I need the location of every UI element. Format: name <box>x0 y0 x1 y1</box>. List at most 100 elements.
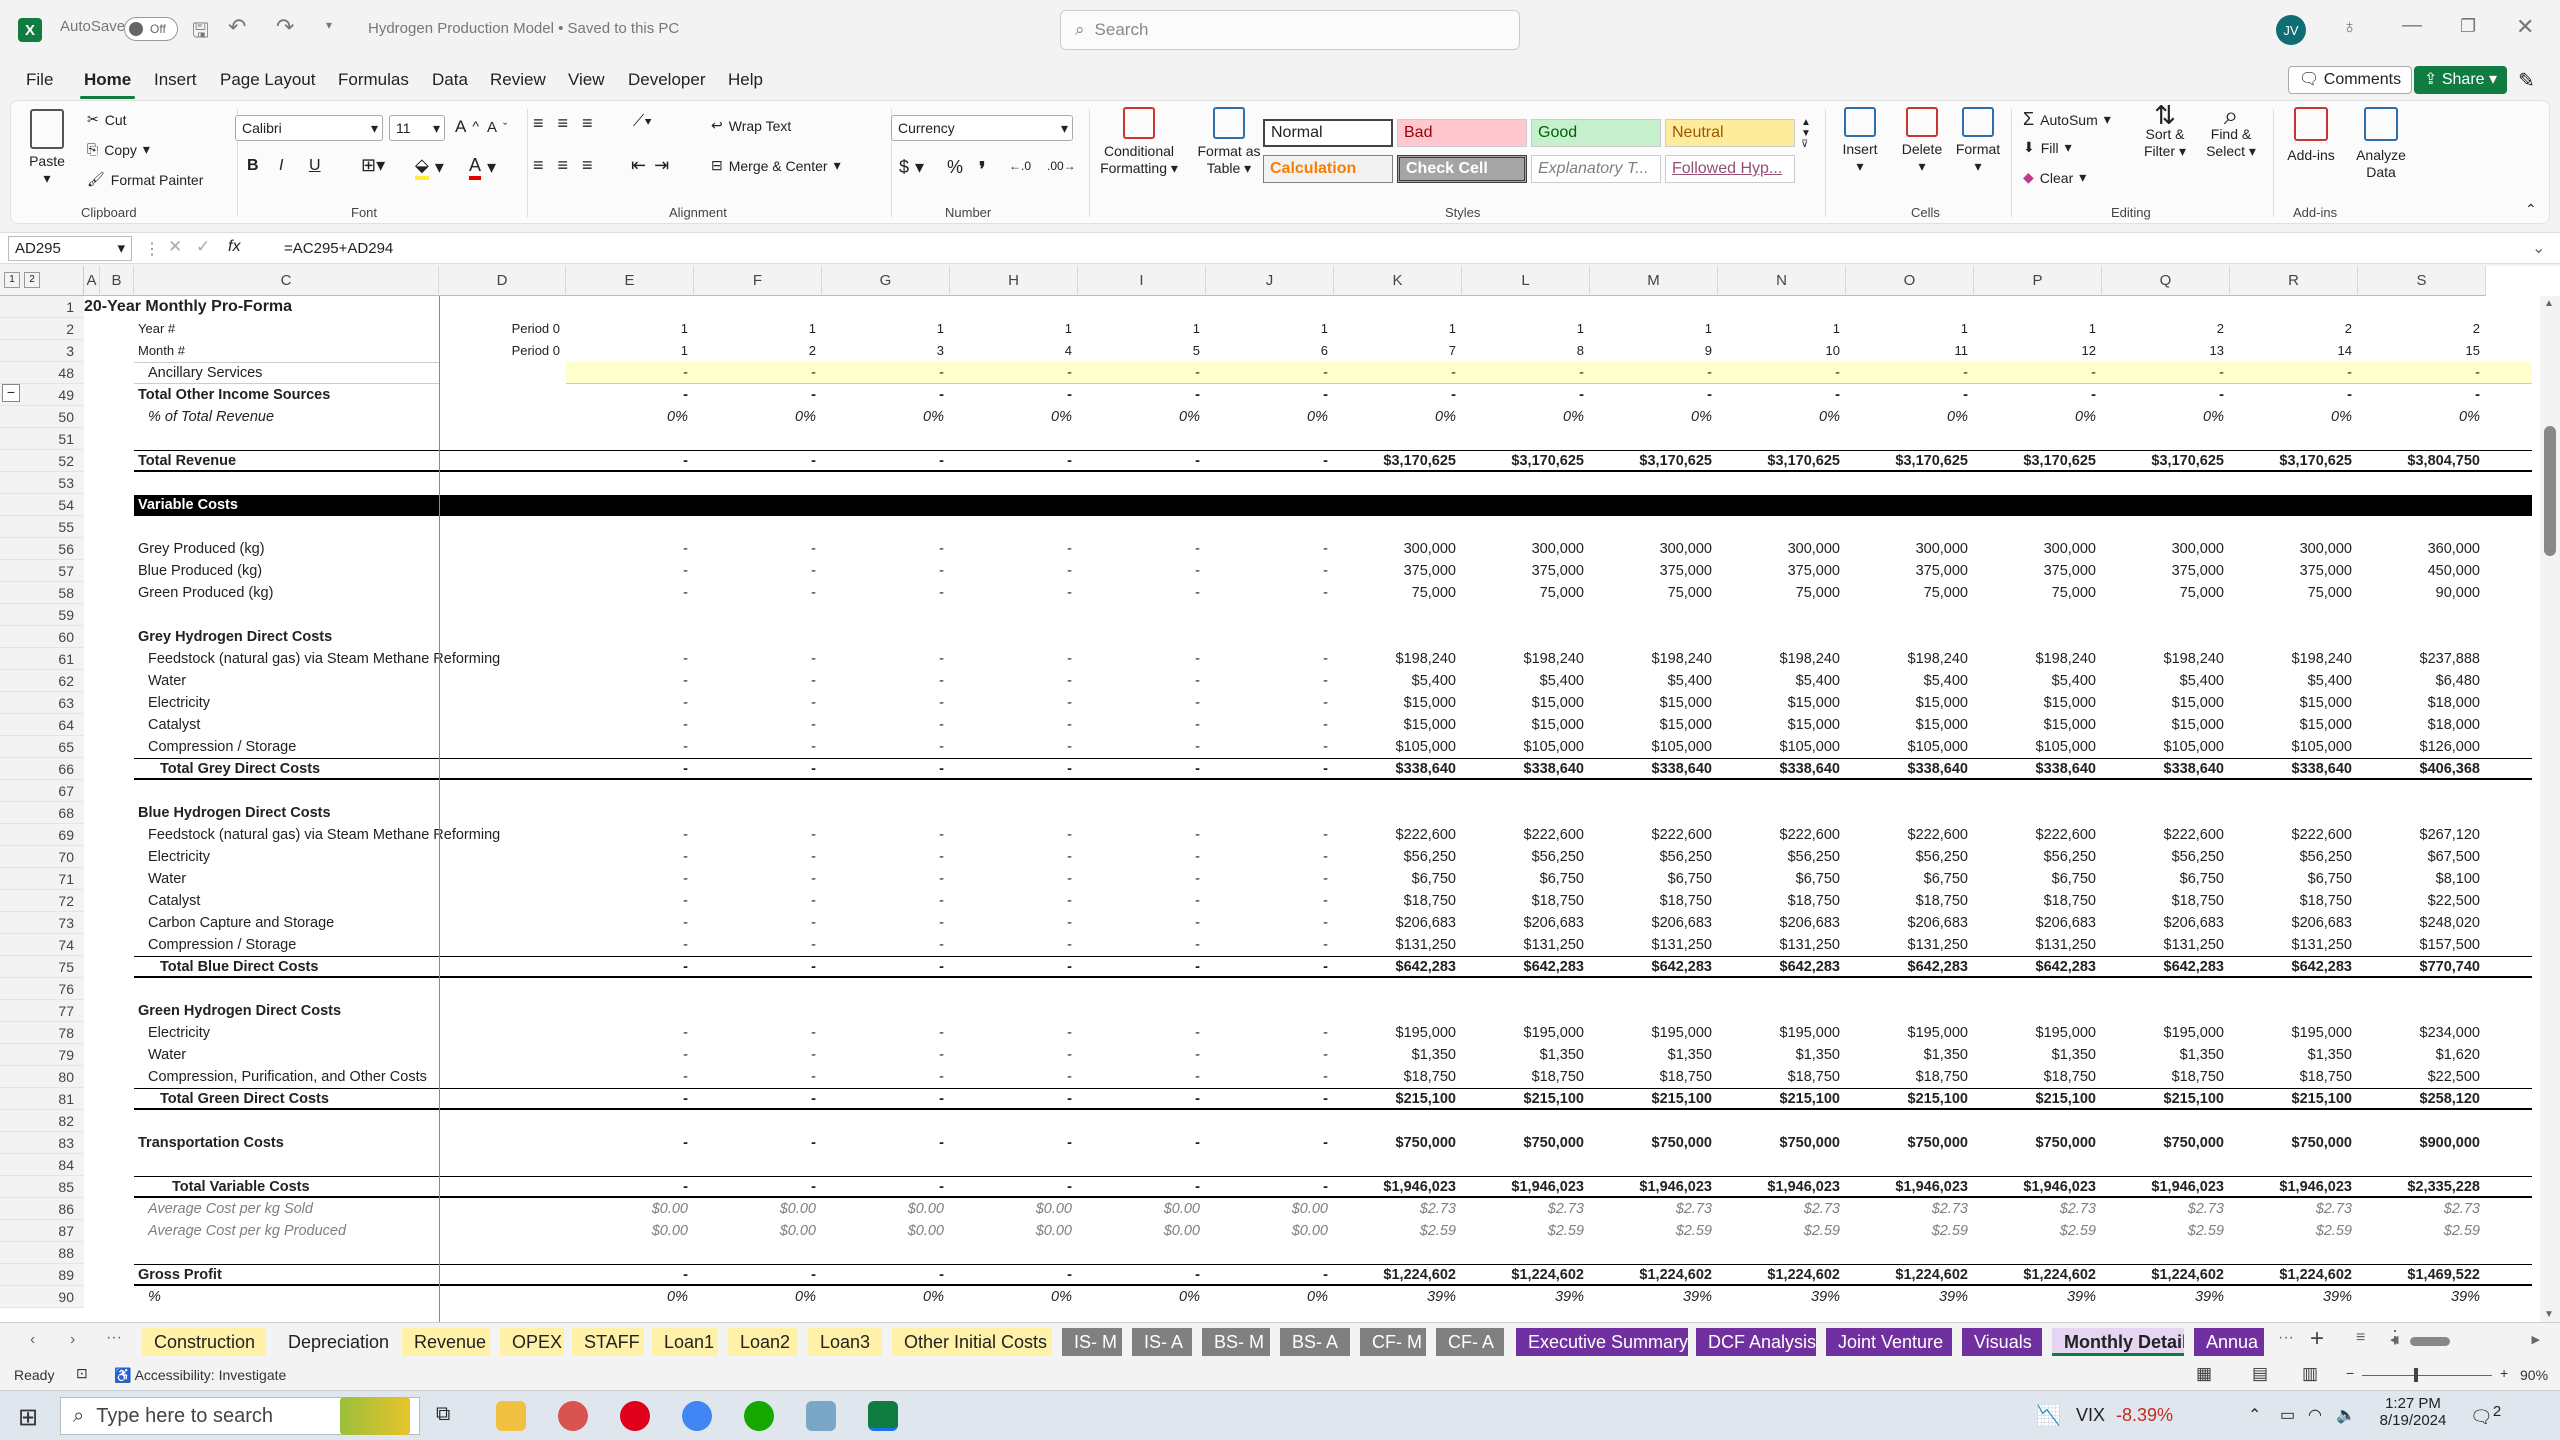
value-cell[interactable]: $750,000 <box>1974 1132 2102 1154</box>
sheet-tab[interactable]: Annua <box>2194 1328 2264 1356</box>
value-cell[interactable]: $15,000 <box>1590 692 1718 714</box>
value-cell[interactable]: - <box>1206 1022 1334 1044</box>
value-cell[interactable]: - <box>2230 362 2358 384</box>
sheet-row[interactable]: 79 Water - - - - - - $1,350 $1,350 $1,350 $1,350 $1,… <box>0 1044 2532 1066</box>
value-cell[interactable]: $6,750 <box>1846 868 1974 890</box>
value-cell[interactable]: - <box>694 1022 822 1044</box>
value-cell[interactable]: - <box>950 1066 1078 1088</box>
value-cell[interactable]: - <box>950 648 1078 670</box>
value-cell[interactable]: 4 <box>950 340 1078 362</box>
snipping-tool-icon[interactable] <box>558 1401 588 1431</box>
excel-taskbar-icon[interactable] <box>868 1401 898 1431</box>
value-cell[interactable]: $338,640 <box>1334 758 1462 780</box>
value-cell[interactable]: $2,335,228 <box>2358 1176 2486 1198</box>
value-cell[interactable]: - <box>950 362 1078 384</box>
value-cell[interactable]: $1,469,522 <box>2358 1264 2486 1286</box>
sheet-row[interactable]: 73 Carbon Capture and Storage - - - - - - $206,6… <box>0 912 2532 934</box>
tab-scroll-left-icon[interactable]: ‹ <box>30 1331 35 1349</box>
font-size-select[interactable]: 11 ▾ <box>389 115 445 141</box>
value-cell[interactable]: - <box>1206 934 1334 956</box>
value-cell[interactable]: $770,740 <box>2358 956 2486 978</box>
sheet-tab[interactable]: DCF Analysis <box>1696 1328 1816 1356</box>
column-header-p[interactable]: P <box>1974 266 2102 296</box>
value-cell[interactable]: - <box>694 846 822 868</box>
value-cell[interactable]: $1,946,023 <box>1334 1176 1462 1198</box>
row-header[interactable]: 62 <box>0 670 84 692</box>
row-header[interactable]: 65 <box>0 736 84 758</box>
value-cell[interactable]: $18,750 <box>1334 1066 1462 1088</box>
value-cell[interactable]: $258,120 <box>2358 1088 2486 1110</box>
value-cell[interactable]: $15,000 <box>2230 714 2358 736</box>
value-cell[interactable]: - <box>566 1022 694 1044</box>
value-cell[interactable]: 75,000 <box>1334 582 1462 604</box>
value-cell[interactable]: - <box>1846 384 1974 406</box>
value-cell[interactable]: $1,350 <box>1590 1044 1718 1066</box>
value-cell[interactable]: - <box>950 582 1078 604</box>
value-cell[interactable]: - <box>950 1176 1078 1198</box>
value-cell[interactable]: - <box>566 846 694 868</box>
value-cell[interactable]: $0.00 <box>1078 1220 1206 1242</box>
value-cell[interactable]: $131,250 <box>1974 934 2102 956</box>
value-cell[interactable]: $338,640 <box>1846 758 1974 780</box>
row-header[interactable]: 90 <box>0 1286 84 1308</box>
row-header[interactable]: 57 <box>0 560 84 582</box>
more-icon[interactable]: ⋮ <box>144 239 160 259</box>
value-cell[interactable]: - <box>1974 362 2102 384</box>
value-cell[interactable]: 375,000 <box>1846 560 1974 582</box>
value-cell[interactable]: $1,350 <box>1718 1044 1846 1066</box>
tab-view[interactable]: View <box>568 70 605 90</box>
value-cell[interactable]: - <box>1974 384 2102 406</box>
row-header[interactable]: 87 <box>0 1220 84 1242</box>
value-cell[interactable]: $2.73 <box>1718 1198 1846 1220</box>
sheet-row[interactable]: 51 <box>0 428 2532 450</box>
value-cell[interactable]: 2 <box>694 340 822 362</box>
row-header[interactable]: 73 <box>0 912 84 934</box>
value-cell[interactable]: 375,000 <box>1462 560 1590 582</box>
value-cell[interactable]: - <box>1846 362 1974 384</box>
sheet-tab[interactable]: BS- M <box>1202 1328 1270 1356</box>
value-cell[interactable]: $105,000 <box>1334 736 1462 758</box>
value-cell[interactable]: $0.00 <box>566 1220 694 1242</box>
sort-filter-button[interactable]: ⇅ Sort & Filter ▾ <box>2135 102 2195 160</box>
more-tabs-icon[interactable]: ··· <box>2278 1329 2294 1347</box>
value-cell[interactable]: $3,170,625 <box>1974 450 2102 472</box>
value-cell[interactable]: $5,400 <box>2230 670 2358 692</box>
value-cell[interactable]: - <box>694 450 822 472</box>
value-cell[interactable]: 300,000 <box>1974 538 2102 560</box>
row-label[interactable]: Grey Hydrogen Direct Costs <box>138 626 332 648</box>
column-header-o[interactable]: O <box>1846 266 1974 296</box>
row-label[interactable]: Total Blue Direct Costs <box>160 956 318 978</box>
row-label[interactable]: Ancillary Services <box>148 362 262 384</box>
close-icon[interactable]: ✕ <box>2516 14 2534 40</box>
value-cell[interactable]: - <box>822 362 950 384</box>
period-label-cell[interactable]: Period 0 <box>439 340 566 362</box>
format-painter-button[interactable]: 🖌 Format Painter <box>87 171 203 188</box>
value-cell[interactable]: $15,000 <box>2102 714 2230 736</box>
value-cell[interactable]: - <box>694 714 822 736</box>
add-ins-button[interactable]: Add-ins <box>2281 107 2341 164</box>
value-cell[interactable]: $15,000 <box>1334 714 1462 736</box>
value-cell[interactable]: 75,000 <box>2230 582 2358 604</box>
sheet-row[interactable]: 72 Catalyst - - - - - - $18,750 $18,750 $18,750 $18… <box>0 890 2532 912</box>
orientation-icon[interactable]: ⟋▾ <box>633 113 652 131</box>
column-header-i[interactable]: I <box>1078 266 1206 296</box>
value-cell[interactable]: - <box>566 362 694 384</box>
value-cell[interactable]: - <box>694 1132 822 1154</box>
value-cell[interactable]: - <box>950 824 1078 846</box>
row-label[interactable]: Total Green Direct Costs <box>160 1088 329 1110</box>
comments-button[interactable]: 🗨 Comments <box>2288 66 2413 94</box>
value-cell[interactable]: $1,946,023 <box>1718 1176 1846 1198</box>
row-label[interactable]: Water <box>148 670 186 692</box>
value-cell[interactable]: - <box>1078 714 1206 736</box>
value-cell[interactable]: $2.59 <box>1974 1220 2102 1242</box>
value-cell[interactable]: $198,240 <box>1846 648 1974 670</box>
value-cell[interactable]: - <box>1206 956 1334 978</box>
value-cell[interactable]: 0% <box>694 1286 822 1308</box>
value-cell[interactable]: - <box>950 890 1078 912</box>
value-cell[interactable]: - <box>1590 384 1718 406</box>
value-cell[interactable]: $1,350 <box>1462 1044 1590 1066</box>
row-label[interactable]: Feedstock (natural gas) via Steam Methan… <box>148 648 500 670</box>
value-cell[interactable]: $0.00 <box>822 1198 950 1220</box>
value-cell[interactable]: - <box>1206 648 1334 670</box>
sheet-tab[interactable]: CF- A <box>1436 1328 1504 1356</box>
